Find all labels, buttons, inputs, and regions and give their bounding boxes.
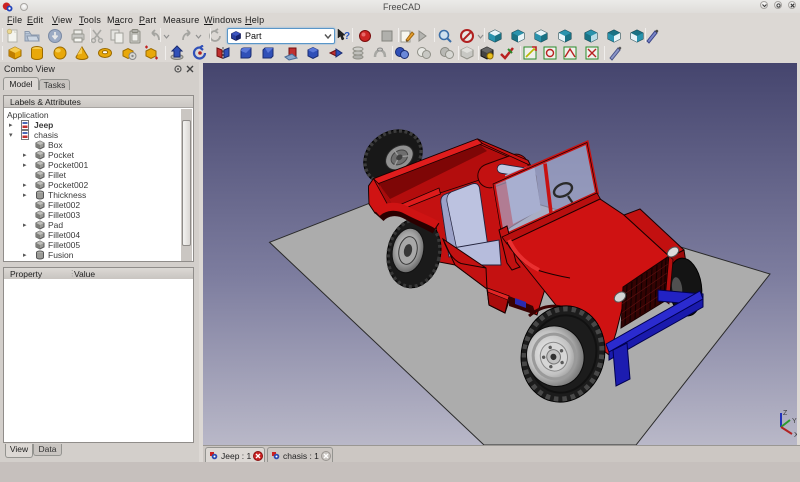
svg-text:?: ? [344,31,350,42]
svg-text:Z: Z [783,410,788,417]
svg-text:Y: Y [792,418,797,425]
svg-text:X: X [794,432,797,439]
